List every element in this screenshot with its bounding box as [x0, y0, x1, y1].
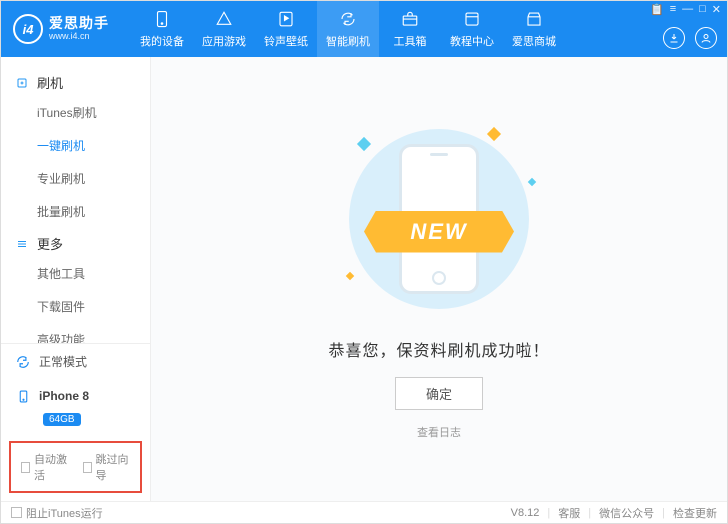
toolbox-icon — [400, 9, 420, 29]
titlebar: i4 爱思助手 www.i4.cn 我的设备 应用游戏 铃声壁纸 智能刷机 工具箱 教程中… — [1, 1, 727, 57]
app-logo: i4 爱思助手 www.i4.cn — [13, 14, 131, 44]
book-icon — [462, 9, 482, 29]
app-brand: 爱思助手 — [49, 16, 109, 31]
activation-checks: 自动激活跳过向导 — [9, 441, 142, 493]
topnav-label: 我的设备 — [140, 33, 184, 49]
view-log-link[interactable]: 查看日志 — [417, 424, 461, 440]
sidebar-item[interactable]: 高级功能 — [1, 323, 150, 343]
checkbox-label: 自动激活 — [34, 451, 68, 483]
logo-mark: i4 — [13, 14, 43, 44]
topnav-apps[interactable]: 应用游戏 — [193, 1, 255, 57]
group-title: 更多 — [37, 234, 63, 253]
music-icon — [276, 9, 296, 29]
topnav-music[interactable]: 铃声壁纸 — [255, 1, 317, 57]
store-icon — [524, 9, 544, 29]
block-itunes-checkbox[interactable]: 阻止iTunes运行 — [11, 505, 103, 521]
sidebar-bottom: 正常模式 iPhone 8 64GB 自动激活跳过向导 — [1, 343, 150, 501]
topnav-label: 教程中心 — [450, 33, 494, 49]
checkbox-icon — [83, 462, 92, 473]
topnav-toolbox[interactable]: 工具箱 — [379, 1, 441, 57]
topnav-label: 爱思商城 — [512, 33, 556, 49]
success-message: 恭喜您，保资料刷机成功啦！ — [328, 337, 549, 361]
mode-row[interactable]: 正常模式 — [1, 344, 150, 379]
option-checkbox[interactable]: 跳过向导 — [83, 451, 131, 483]
phone-icon — [152, 9, 172, 29]
topnav-label: 智能刷机 — [326, 33, 370, 49]
ok-button[interactable]: 确定 — [395, 377, 483, 410]
sidebar-item[interactable]: 下载固件 — [1, 290, 150, 323]
main-panel: NEW 恭喜您，保资料刷机成功啦！ 确定 查看日志 — [151, 57, 727, 501]
mode-label: 正常模式 — [39, 353, 87, 370]
window-control[interactable]: 📋 — [650, 3, 664, 16]
download-button[interactable] — [663, 27, 685, 49]
block-itunes-label: 阻止iTunes运行 — [26, 505, 103, 521]
checkbox-icon — [21, 462, 30, 473]
topnav-label: 工具箱 — [394, 33, 427, 49]
topnav-store[interactable]: 爱思商城 — [503, 1, 565, 57]
sidebar-item[interactable]: 一键刷机 — [1, 129, 150, 162]
support-link[interactable]: 客服 — [558, 505, 580, 521]
window-control[interactable]: □ — [699, 3, 706, 16]
window-control[interactable]: ✕ — [712, 3, 721, 16]
topnav-phone[interactable]: 我的设备 — [131, 1, 193, 57]
sidebar-item[interactable]: 其他工具 — [1, 257, 150, 290]
topnav-refresh[interactable]: 智能刷机 — [317, 1, 379, 57]
plus-icon — [15, 76, 29, 90]
sidebar: 刷机 iTunes刷机一键刷机专业刷机批量刷机更多其他工具下载固件高级功能 正常模… — [1, 57, 151, 501]
window-control[interactable]: — — [682, 3, 693, 16]
phone-icon — [15, 388, 31, 404]
window-controls: 📋 ≡ — □ ✕ — [650, 3, 721, 16]
success-illustration: NEW — [329, 119, 549, 319]
app-site: www.i4.cn — [49, 32, 109, 42]
version-label: V8.12 — [511, 507, 540, 519]
update-link[interactable]: 检查更新 — [673, 505, 717, 521]
statusbar: 阻止iTunes运行 V8.12 | 客服 | 微信公众号 | 检查更新 — [1, 501, 727, 523]
account-buttons — [663, 27, 717, 49]
sidebar-group[interactable]: 刷机 — [1, 69, 150, 96]
apps-icon — [214, 9, 234, 29]
sidebar-group[interactable]: 更多 — [1, 230, 150, 257]
sidebar-item[interactable]: iTunes刷机 — [1, 96, 150, 129]
checkbox-label: 跳过向导 — [96, 451, 130, 483]
sidebar-item[interactable]: 批量刷机 — [1, 195, 150, 228]
topnav-label: 应用游戏 — [202, 33, 246, 49]
topnav-label: 铃声壁纸 — [264, 33, 308, 49]
menu-icon — [15, 237, 29, 251]
window-control[interactable]: ≡ — [670, 3, 676, 16]
refresh-icon — [15, 354, 31, 370]
sidebar-item[interactable]: 专业刷机 — [1, 162, 150, 195]
wechat-link[interactable]: 微信公众号 — [599, 505, 654, 521]
storage-badge: 64GB — [43, 413, 81, 426]
option-checkbox[interactable]: 自动激活 — [21, 451, 69, 483]
new-ribbon: NEW — [364, 211, 514, 253]
top-nav: 我的设备 应用游戏 铃声壁纸 智能刷机 工具箱 教程中心 爱思商城 — [131, 1, 565, 57]
device-name: iPhone 8 — [39, 389, 89, 403]
device-row[interactable]: iPhone 8 — [1, 379, 150, 413]
user-button[interactable] — [695, 27, 717, 49]
topnav-book[interactable]: 教程中心 — [441, 1, 503, 57]
refresh-icon — [338, 9, 358, 29]
group-title: 刷机 — [37, 73, 63, 92]
